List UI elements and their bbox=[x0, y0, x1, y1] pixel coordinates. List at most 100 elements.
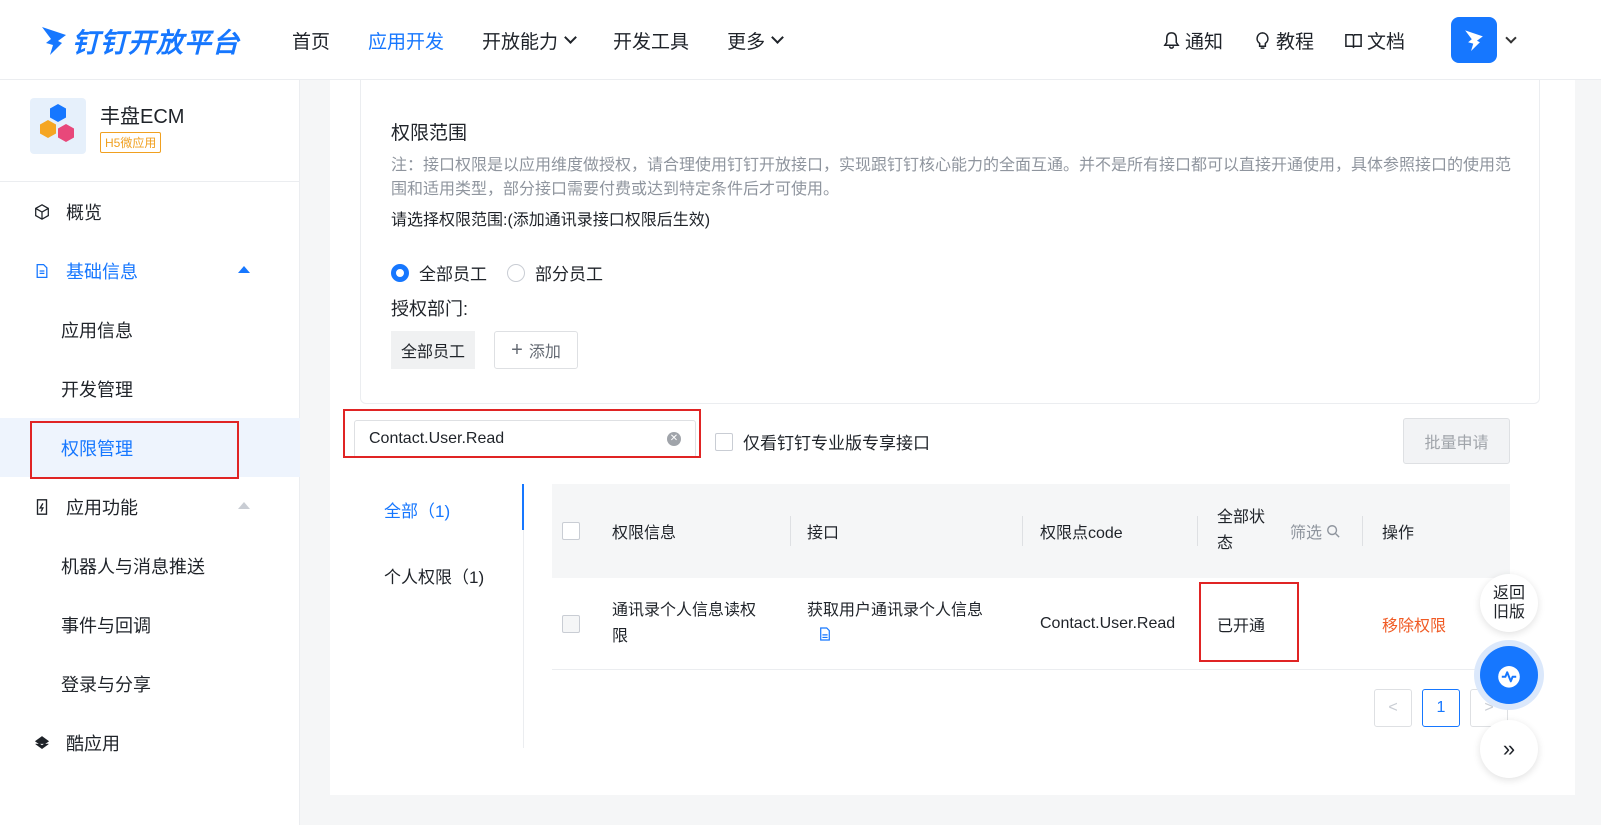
row-permission-info: 通讯录个人信息读权 限 bbox=[612, 578, 756, 669]
tab-all[interactable]: 全部（1) bbox=[384, 497, 450, 522]
radio-all-staff[interactable] bbox=[391, 263, 409, 282]
column-divider bbox=[1197, 516, 1198, 546]
app-icon bbox=[30, 98, 86, 154]
tab-personal-permission[interactable]: 个人权限（1) bbox=[384, 563, 484, 588]
brand-logo[interactable]: 钉钉开放平台 bbox=[40, 18, 240, 62]
tutorial-button[interactable]: 教程 bbox=[1253, 27, 1314, 54]
radio-part-staff[interactable] bbox=[507, 263, 525, 282]
caret-up-icon bbox=[238, 502, 250, 509]
row-api-name[interactable]: 获取用户通讯录个人信息 bbox=[807, 598, 983, 624]
pro-only-filter[interactable]: 仅看钉钉专业版专享接口 bbox=[715, 429, 930, 454]
cube-icon bbox=[32, 202, 52, 222]
permission-table: 权限信息 接口 权限点code 全部状 态 筛选 操作 通讯录个人信息读权 限 bbox=[552, 484, 1510, 670]
highlight-box bbox=[343, 409, 701, 458]
back-to-old-version-button[interactable]: 返回 旧版 bbox=[1480, 574, 1538, 632]
dingtalk-logo-icon bbox=[42, 27, 66, 55]
brand-name: 钉钉开放平台 bbox=[72, 27, 240, 58]
nav-home[interactable]: 首页 bbox=[292, 27, 330, 54]
highlight-box bbox=[30, 421, 239, 479]
radio-all-staff-label[interactable]: 全部员工 bbox=[419, 260, 487, 285]
remove-permission-link[interactable]: 移除权限 bbox=[1382, 578, 1446, 669]
nav-dev-tools-label: 开发工具 bbox=[613, 31, 690, 53]
sidebar-item-login-share[interactable]: 登录与分享 bbox=[0, 654, 300, 713]
sidebar-item-app-info[interactable]: 应用信息 bbox=[0, 300, 300, 359]
back-old-line1: 返回 bbox=[1492, 585, 1525, 602]
nav-app-dev-label: 应用开发 bbox=[368, 31, 445, 53]
bell-icon bbox=[1163, 31, 1180, 49]
nav-more-label: 更多 bbox=[727, 31, 766, 53]
prev-page-button[interactable]: < bbox=[1374, 689, 1412, 727]
sidebar-item-label: 登录与分享 bbox=[61, 674, 151, 695]
search-icon bbox=[1327, 525, 1340, 538]
nav-app-dev[interactable]: 应用开发 bbox=[368, 27, 444, 54]
app-name: 丰盘ECM bbox=[100, 106, 185, 128]
assistant-bot-button[interactable] bbox=[1480, 646, 1538, 704]
sidebar-item-events-callbacks[interactable]: 事件与回调 bbox=[0, 595, 300, 654]
pro-only-checkbox[interactable] bbox=[715, 432, 733, 451]
sidebar-item-label: 开发管理 bbox=[61, 379, 133, 400]
phone-bolt-icon bbox=[32, 497, 52, 517]
sidebar-item-app-features[interactable]: 应用功能 bbox=[0, 477, 300, 536]
status-filter-button[interactable]: 筛选 bbox=[1290, 484, 1340, 578]
docs-label: 文档 bbox=[1366, 31, 1405, 53]
scope-title: 权限范围 bbox=[391, 123, 468, 144]
back-old-line2: 旧版 bbox=[1492, 604, 1525, 621]
sidebar-item-basic-info[interactable]: 基础信息 bbox=[0, 241, 300, 300]
nav-dev-tools[interactable]: 开发工具 bbox=[613, 27, 689, 54]
book-icon bbox=[1345, 33, 1362, 48]
caret-up-icon bbox=[238, 266, 250, 273]
header-status-line2: 态 bbox=[1217, 535, 1234, 552]
document-icon bbox=[32, 261, 52, 281]
row-permission-info-line2: 限 bbox=[612, 627, 629, 645]
pro-only-label: 仅看钉钉专业版专享接口 bbox=[743, 434, 930, 453]
sidebar-item-label: 应用信息 bbox=[61, 320, 133, 341]
row-permission-info-line1: 通讯录个人信息读权 bbox=[612, 601, 757, 619]
nav-open-capability[interactable]: 开放能力 bbox=[482, 27, 577, 54]
add-dept-button[interactable]: + 添加 bbox=[494, 331, 578, 369]
notify-button[interactable]: 通知 bbox=[1162, 27, 1223, 54]
radio-part-staff-label[interactable]: 部分员工 bbox=[535, 260, 603, 285]
status-filter-label: 筛选 bbox=[1290, 525, 1323, 542]
header-status[interactable]: 全部状 态 bbox=[1217, 484, 1265, 578]
sidebar-item-label: 应用功能 bbox=[66, 497, 138, 518]
plus-icon: + bbox=[511, 339, 523, 361]
page-button-1[interactable]: 1 bbox=[1422, 689, 1460, 727]
scope-radio-group: 全部员工 部分员工 bbox=[391, 260, 623, 285]
header-status-line1: 全部状 bbox=[1217, 509, 1266, 526]
main-nav: 首页 应用开发 开放能力 开发工具 更多 bbox=[292, 0, 820, 80]
select-all-checkbox[interactable] bbox=[562, 522, 580, 540]
avatar[interactable] bbox=[1451, 17, 1497, 63]
sidebar-item-label: 机器人与消息推送 bbox=[61, 556, 205, 577]
app-type-badge: H5微应用 bbox=[100, 132, 162, 153]
header-action: 操作 bbox=[1382, 525, 1415, 542]
row-code: Contact.User.Read bbox=[1040, 614, 1176, 632]
header-tools: 通知 教程 文档 bbox=[1162, 0, 1601, 80]
scope-note: 注：接口权限是以应用维度做授权，请合理使用钉钉开放接口，实现跟钉钉核心能力的全面… bbox=[391, 157, 1512, 198]
expand-icon[interactable]: » bbox=[1480, 720, 1538, 778]
chevron-down-icon[interactable] bbox=[1505, 32, 1517, 44]
sidebar-item-dev-manage[interactable]: 开发管理 bbox=[0, 359, 300, 418]
batch-apply-button[interactable]: 批量申请 bbox=[1403, 418, 1510, 464]
nav-home-label: 首页 bbox=[292, 31, 331, 53]
docs-button[interactable]: 文档 bbox=[1344, 27, 1405, 54]
table-row: 通讯录个人信息读权 限 获取用户通讯录个人信息 Contact.User.Rea… bbox=[552, 578, 1510, 670]
sidebar-item-label: 基础信息 bbox=[66, 261, 138, 282]
add-dept-label: 添加 bbox=[528, 344, 561, 361]
nav-more[interactable]: 更多 bbox=[727, 27, 784, 54]
auth-dept-label: 授权部门: bbox=[391, 299, 469, 319]
active-tab-indicator bbox=[522, 484, 524, 530]
highlight-box bbox=[1199, 582, 1299, 662]
sidebar-item-cool-app[interactable]: 酷应用 bbox=[0, 713, 300, 772]
top-navbar: 钉钉开放平台 首页 应用开发 开放能力 开发工具 更多 通知 教程 文档 bbox=[0, 0, 1601, 80]
bulb-icon bbox=[1256, 31, 1269, 49]
notify-label: 通知 bbox=[1184, 31, 1223, 53]
table-header: 权限信息 接口 权限点code 全部状 态 筛选 操作 bbox=[552, 484, 1510, 578]
sidebar-item-robot-messages[interactable]: 机器人与消息推送 bbox=[0, 536, 300, 595]
doc-link-icon[interactable] bbox=[819, 624, 831, 650]
dingtalk-avatar-icon bbox=[1465, 30, 1483, 52]
tutorial-label: 教程 bbox=[1275, 31, 1314, 53]
nav-open-capability-label: 开放能力 bbox=[482, 31, 559, 53]
sidebar-item-overview[interactable]: 概览 bbox=[0, 182, 300, 241]
row-checkbox[interactable] bbox=[562, 614, 580, 633]
permission-scope-card: 权限范围 注：接口权限是以应用维度做授权，请合理使用钉钉开放接口，实现跟钉钉核心… bbox=[360, 80, 1540, 404]
